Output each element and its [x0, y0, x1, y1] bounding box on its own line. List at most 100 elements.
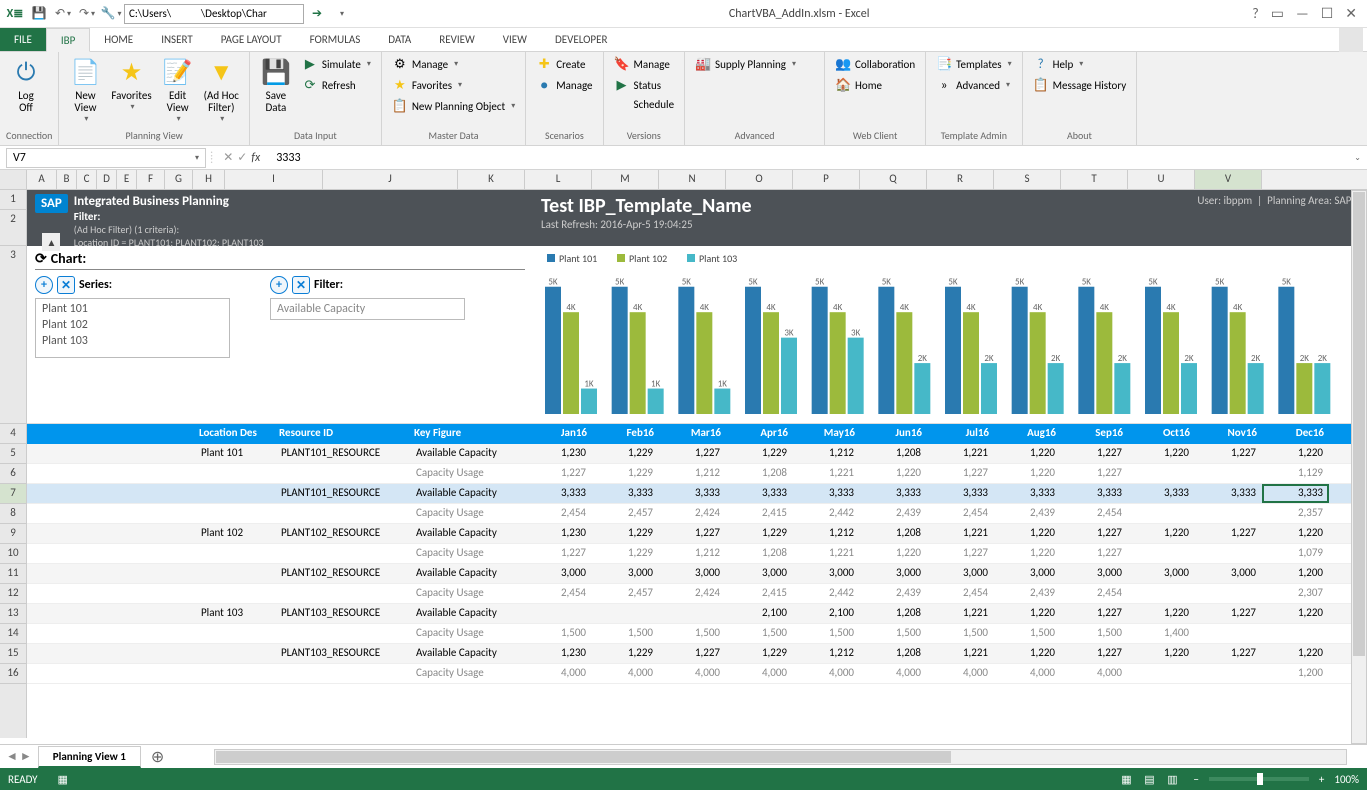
col-header[interactable]: B: [57, 170, 77, 189]
res-cell[interactable]: [275, 464, 410, 483]
col-header[interactable]: P: [793, 170, 860, 189]
row-header[interactable]: 7: [0, 484, 26, 504]
value-cell[interactable]: 4,000: [592, 664, 659, 683]
value-cell[interactable]: 1,200: [1262, 664, 1329, 683]
row-header[interactable]: 13: [0, 604, 26, 624]
col-header[interactable]: Q: [860, 170, 927, 189]
value-cell[interactable]: 1,500: [726, 624, 793, 643]
value-cell[interactable]: 1,220: [1128, 444, 1195, 463]
value-cell[interactable]: 1,221: [793, 464, 860, 483]
edit-view-button[interactable]: 📝Edit View▾: [158, 54, 198, 126]
value-cell[interactable]: 1,500: [927, 624, 994, 643]
col-header[interactable]: M: [592, 170, 659, 189]
vertical-scrollbar[interactable]: [1351, 190, 1367, 744]
value-cell[interactable]: [1128, 504, 1195, 523]
row-header[interactable]: 12: [0, 584, 26, 604]
value-cell[interactable]: 1,230: [525, 444, 592, 463]
kf-cell[interactable]: Available Capacity: [410, 644, 525, 663]
value-cell[interactable]: 2,100: [726, 604, 793, 623]
col-header[interactable]: V: [1195, 170, 1262, 189]
value-cell[interactable]: 4,000: [994, 664, 1061, 683]
value-cell[interactable]: 1,230: [525, 644, 592, 663]
value-cell[interactable]: 1,227: [1061, 544, 1128, 563]
value-cell[interactable]: 3,333: [1195, 484, 1262, 503]
col-header[interactable]: E: [117, 170, 137, 189]
res-cell[interactable]: PLANT101_RESOURCE: [275, 484, 410, 503]
value-cell[interactable]: 1,229: [592, 544, 659, 563]
loc-cell[interactable]: Plant 103: [195, 604, 275, 623]
tab-developer[interactable]: DEVELOPER: [541, 28, 621, 51]
value-cell[interactable]: 4,000: [860, 664, 927, 683]
res-cell[interactable]: [275, 544, 410, 563]
macro-icon[interactable]: ▦: [58, 773, 68, 786]
zoom-out-icon[interactable]: −: [1193, 773, 1198, 786]
row-header[interactable]: 1: [0, 190, 26, 210]
page-break-icon[interactable]: ▥: [1161, 770, 1183, 788]
loc-cell[interactable]: [195, 484, 275, 503]
value-cell[interactable]: 3,000: [592, 564, 659, 583]
value-cell[interactable]: 1,220: [994, 464, 1061, 483]
value-cell[interactable]: [1128, 544, 1195, 563]
value-cell[interactable]: 1,129: [1262, 464, 1329, 483]
kf-cell[interactable]: Capacity Usage: [410, 504, 525, 523]
row-header[interactable]: 3: [0, 246, 26, 424]
value-cell[interactable]: 1,227: [1195, 644, 1262, 663]
value-cell[interactable]: 1,229: [726, 524, 793, 543]
col-header[interactable]: O: [726, 170, 793, 189]
loc-cell[interactable]: [195, 564, 275, 583]
value-cell[interactable]: 2,424: [659, 584, 726, 603]
value-cell[interactable]: 1,227: [1061, 604, 1128, 623]
remove-series-icon[interactable]: ✕: [57, 276, 75, 294]
value-cell[interactable]: 1,208: [860, 444, 927, 463]
col-header[interactable]: J: [323, 170, 458, 189]
new-view-button[interactable]: 📄New View▾: [65, 54, 105, 126]
manage-versions-button[interactable]: 🔖Manage: [610, 54, 679, 74]
col-header[interactable]: C: [77, 170, 97, 189]
loc-cell[interactable]: [195, 664, 275, 683]
value-cell[interactable]: 1,227: [525, 464, 592, 483]
value-cell[interactable]: 1,208: [726, 464, 793, 483]
kf-cell[interactable]: Capacity Usage: [410, 584, 525, 603]
select-all[interactable]: [0, 170, 27, 189]
value-cell[interactable]: 2,454: [927, 584, 994, 603]
kf-cell[interactable]: Available Capacity: [410, 484, 525, 503]
value-cell[interactable]: 1,227: [1195, 604, 1262, 623]
fx-icon[interactable]: fx: [251, 151, 260, 165]
chart-refresh-icon[interactable]: ⟳: [35, 250, 47, 267]
value-cell[interactable]: 2,454: [927, 504, 994, 523]
row-header[interactable]: 9: [0, 524, 26, 544]
kf-cell[interactable]: Capacity Usage: [410, 464, 525, 483]
advanced-button[interactable]: »Advanced▾: [932, 75, 1015, 95]
redo-icon[interactable]: ↷▾: [76, 3, 98, 25]
kf-cell[interactable]: Available Capacity: [410, 524, 525, 543]
series-item[interactable]: Plant 102: [42, 317, 223, 333]
refresh-button[interactable]: ⟳Refresh: [298, 75, 375, 95]
row-header[interactable]: 8: [0, 504, 26, 524]
value-cell[interactable]: 1,220: [1262, 524, 1329, 543]
month-header[interactable]: Feb16: [592, 424, 659, 444]
favorites-master-button[interactable]: ★Favorites▾: [388, 75, 519, 95]
value-cell[interactable]: 2,307: [1262, 584, 1329, 603]
loc-cell[interactable]: [195, 464, 275, 483]
value-cell[interactable]: 1,500: [793, 624, 860, 643]
value-cell[interactable]: 1,220: [994, 604, 1061, 623]
kf-cell[interactable]: Available Capacity: [410, 604, 525, 623]
value-cell[interactable]: 1,220: [1262, 644, 1329, 663]
formula-input[interactable]: [270, 148, 1348, 168]
loc-cell[interactable]: [195, 504, 275, 523]
value-cell[interactable]: 1,220: [860, 464, 927, 483]
value-cell[interactable]: 1,229: [592, 444, 659, 463]
enter-icon[interactable]: ✓: [237, 150, 247, 165]
value-cell[interactable]: 1,220: [1128, 644, 1195, 663]
value-cell[interactable]: 2,357: [1262, 504, 1329, 523]
sheet-next-icon[interactable]: ►: [20, 749, 32, 764]
series-item[interactable]: Plant 103: [42, 333, 223, 349]
res-cell[interactable]: PLANT103_RESOURCE: [275, 604, 410, 623]
value-cell[interactable]: 3,333: [525, 484, 592, 503]
zoom-level[interactable]: 100%: [1334, 773, 1359, 786]
month-header[interactable]: Nov16: [1195, 424, 1262, 444]
value-cell[interactable]: 1,500: [860, 624, 927, 643]
col-header[interactable]: I: [225, 170, 323, 189]
row-header[interactable]: 15: [0, 644, 26, 664]
value-cell[interactable]: [1195, 464, 1262, 483]
